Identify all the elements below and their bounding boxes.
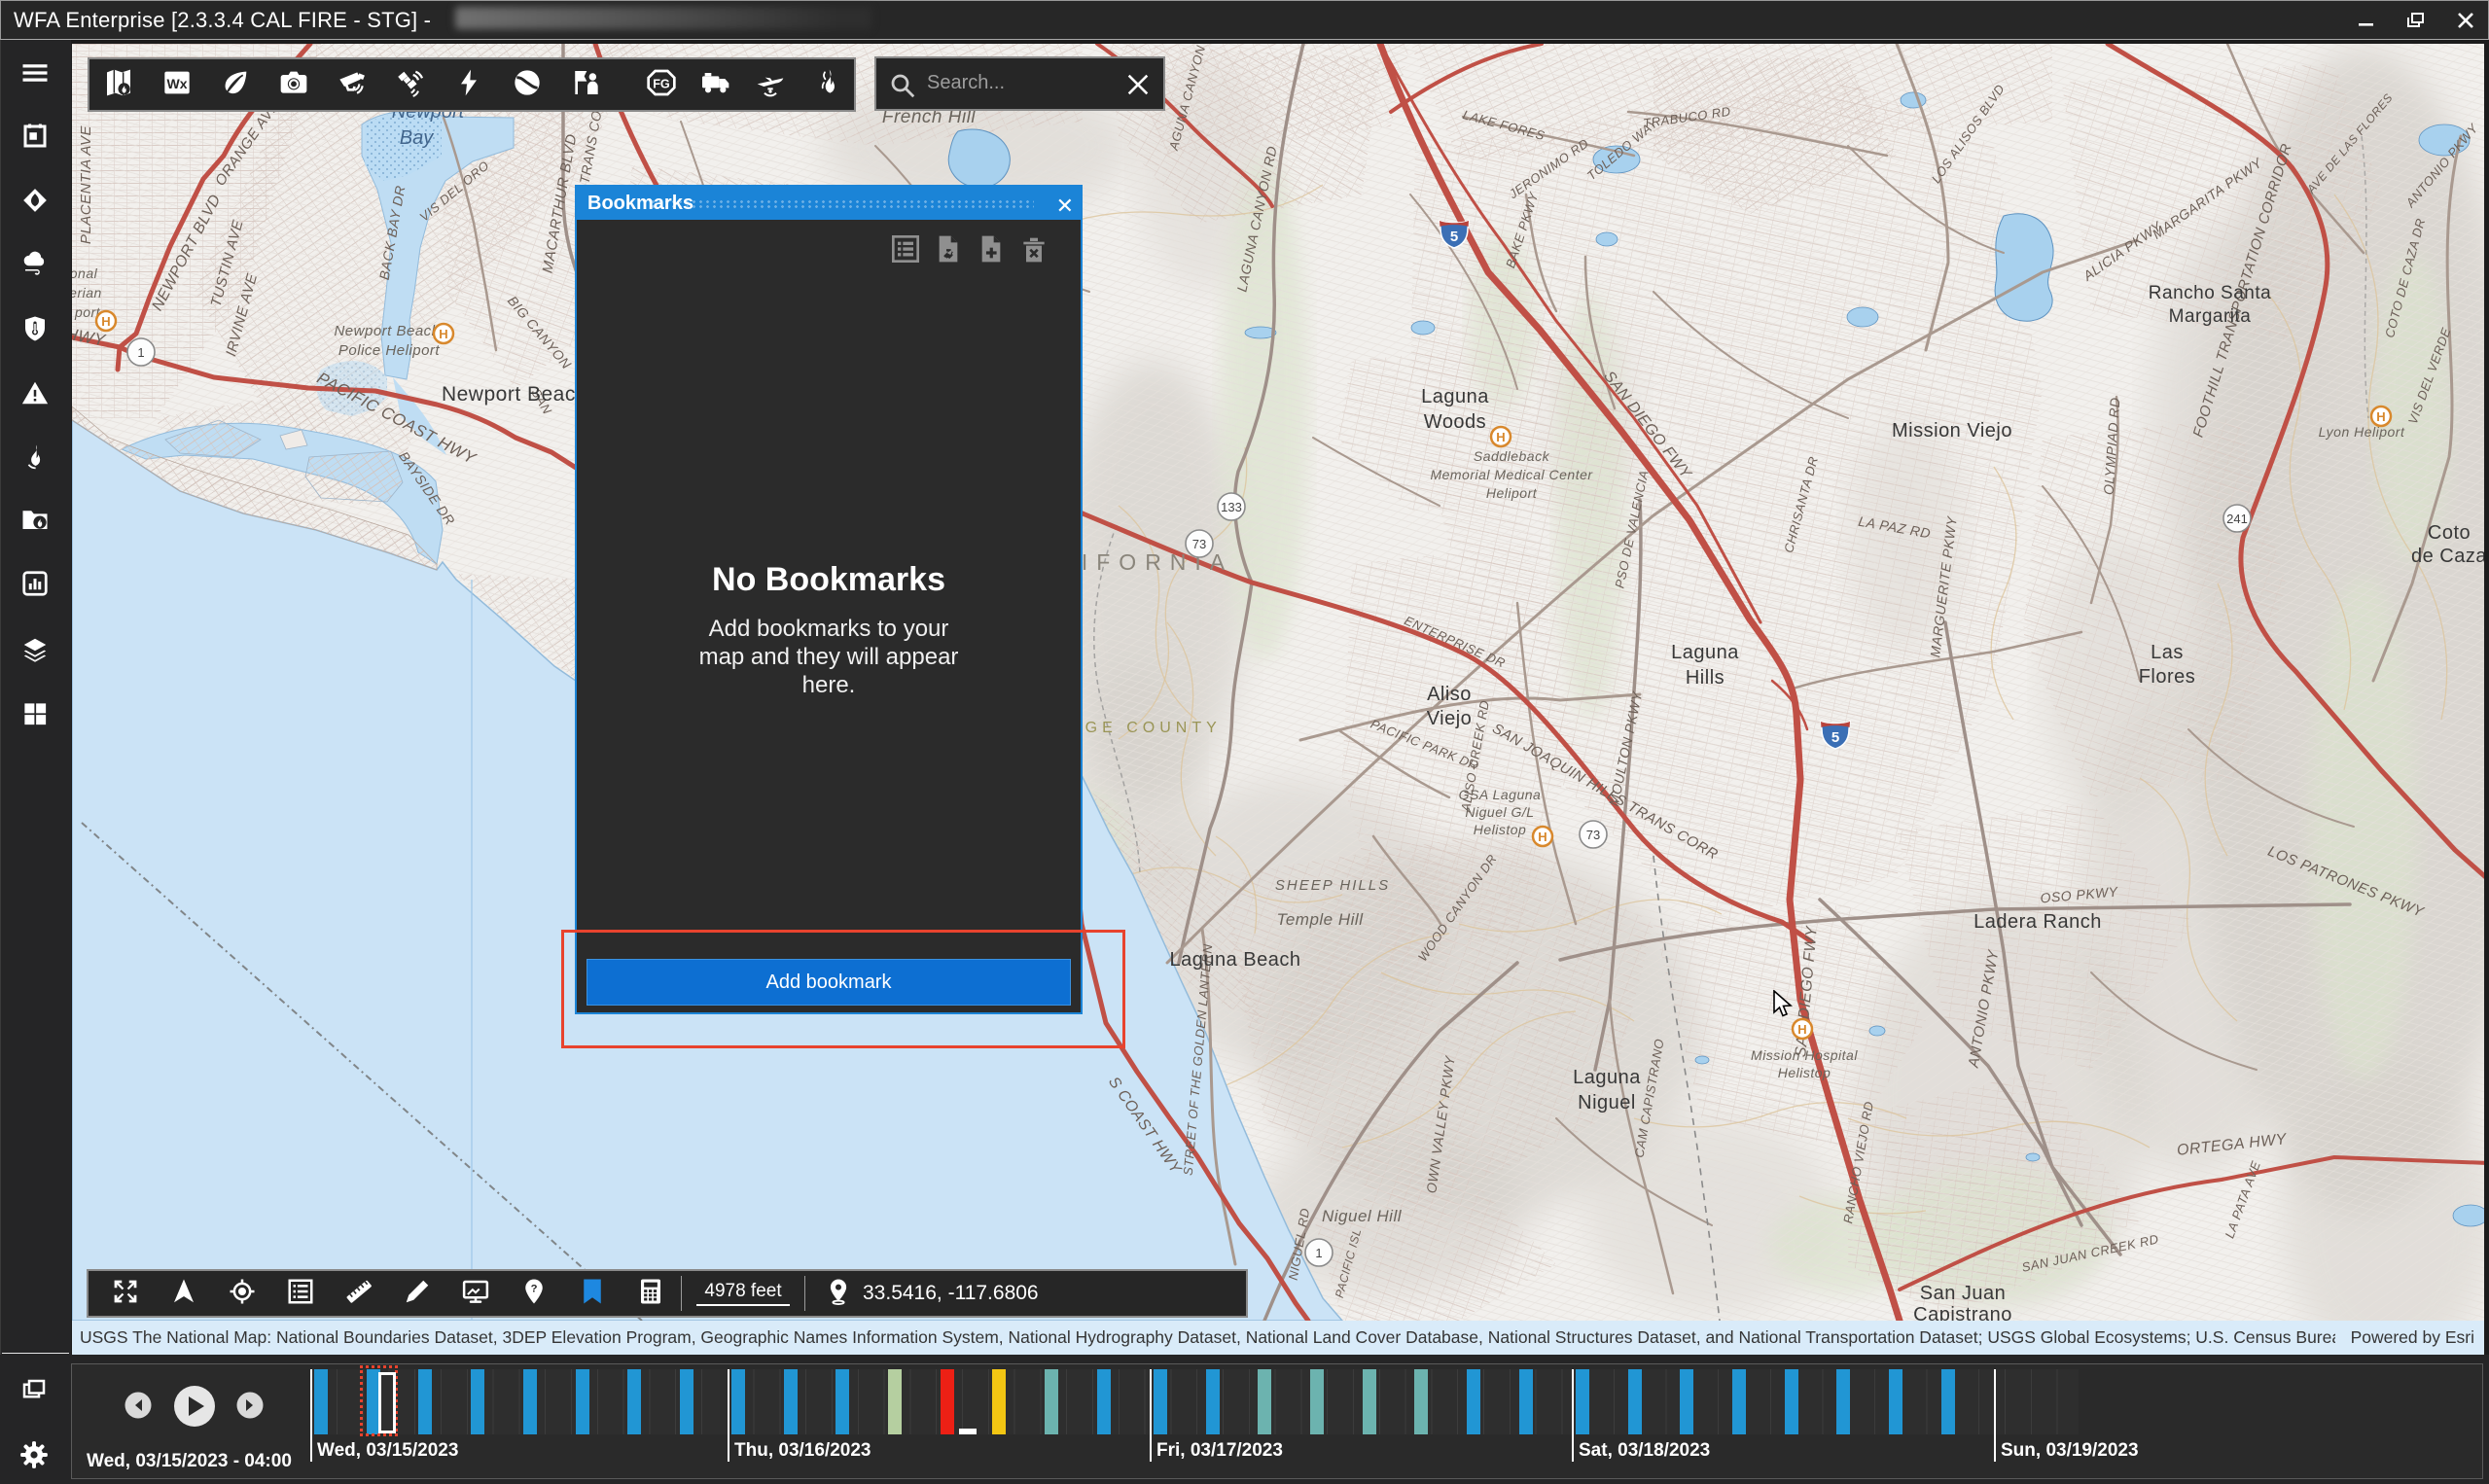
svg-text:San Juan: San Juan (1920, 1283, 2007, 1304)
svg-text:73: 73 (1586, 828, 1600, 842)
svg-text:Coto: Coto (2428, 522, 2471, 544)
svg-text:Viejo: Viejo (1427, 708, 1473, 729)
svg-text:Laguna: Laguna (1671, 642, 1739, 663)
svg-text:Niguel Hill: Niguel Hill (1322, 1207, 1403, 1225)
svg-text:Aliso: Aliso (1427, 684, 1472, 705)
svg-text:IGE COUNTY: IGE COUNTY (1076, 720, 1222, 736)
svg-text:?: ? (531, 1283, 538, 1294)
svg-text:SHEEP HILLS: SHEEP HILLS (1275, 877, 1390, 894)
svg-text:onal: onal (72, 265, 98, 281)
svg-text:133: 133 (1221, 500, 1242, 514)
svg-text:FG: FG (653, 77, 670, 90)
svg-text:Mission Viejo: Mission Viejo (1892, 420, 2012, 442)
svg-text:Laguna: Laguna (1573, 1067, 1641, 1088)
svg-text:PLACENTIA AVE: PLACENTIA AVE (78, 124, 94, 244)
svg-text:5: 5 (1831, 729, 1839, 746)
svg-text:Laguna Beach: Laguna Beach (1169, 949, 1300, 971)
svg-text:Niguel: Niguel (1578, 1092, 1636, 1113)
svg-text:1: 1 (1315, 1246, 1322, 1260)
svg-text:Newport Beach: Newport Beach (334, 323, 440, 339)
svg-text:1: 1 (137, 345, 144, 360)
svg-text:Las: Las (2151, 642, 2184, 663)
svg-text:Capistrano: Capistrano (1913, 1304, 2012, 1321)
svg-text:GSA Laguna: GSA Laguna (1459, 787, 1542, 802)
svg-text:Helistop: Helistop (1778, 1065, 1831, 1080)
svg-text:73: 73 (1192, 537, 1206, 551)
svg-text:H: H (1496, 430, 1505, 444)
svg-text:Temple Hill: Temple Hill (1277, 910, 1365, 929)
svg-text:Saddleback: Saddleback (1474, 448, 1550, 464)
svg-text:Heliport: Heliport (1486, 485, 1538, 501)
svg-text:IFORNIA: IFORNIA (1082, 549, 1233, 575)
svg-text:241: 241 (2226, 512, 2248, 526)
svg-text:Hills: Hills (1686, 667, 1725, 689)
svg-text:H: H (439, 327, 447, 341)
svg-text:H: H (101, 314, 110, 329)
svg-text:Newport Beach: Newport Beach (442, 383, 587, 406)
svg-text:H: H (1797, 1022, 1806, 1037)
svg-text:Memorial Medical Center: Memorial Medical Center (1430, 467, 1593, 482)
svg-text:Bay: Bay (400, 127, 434, 149)
svg-text:de Caza: de Caza (2411, 546, 2484, 567)
svg-text:Laguna: Laguna (1421, 386, 1489, 407)
svg-text:Police Heliport: Police Heliport (338, 342, 441, 359)
svg-text:erian: erian (72, 285, 102, 300)
svg-text:H: H (1538, 830, 1547, 844)
svg-text:Ladera Ranch: Ladera Ranch (1973, 911, 2102, 933)
svg-text:Mission Hospital: Mission Hospital (1751, 1047, 1858, 1063)
svg-text:Lyon Heliport: Lyon Heliport (2319, 424, 2405, 440)
svg-text:Flores: Flores (2139, 666, 2196, 688)
svg-text:Margarita: Margarita (2169, 306, 2252, 327)
svg-text:Wx: Wx (167, 76, 188, 91)
svg-text:H: H (2376, 409, 2385, 424)
svg-text:Niguel G/L: Niguel G/L (1465, 804, 1534, 820)
svg-text:Helistop: Helistop (1474, 822, 1527, 837)
svg-text:5: 5 (1450, 229, 1458, 245)
svg-text:Rancho Santa: Rancho Santa (2149, 283, 2271, 303)
svg-text:Woods: Woods (1424, 411, 1486, 433)
